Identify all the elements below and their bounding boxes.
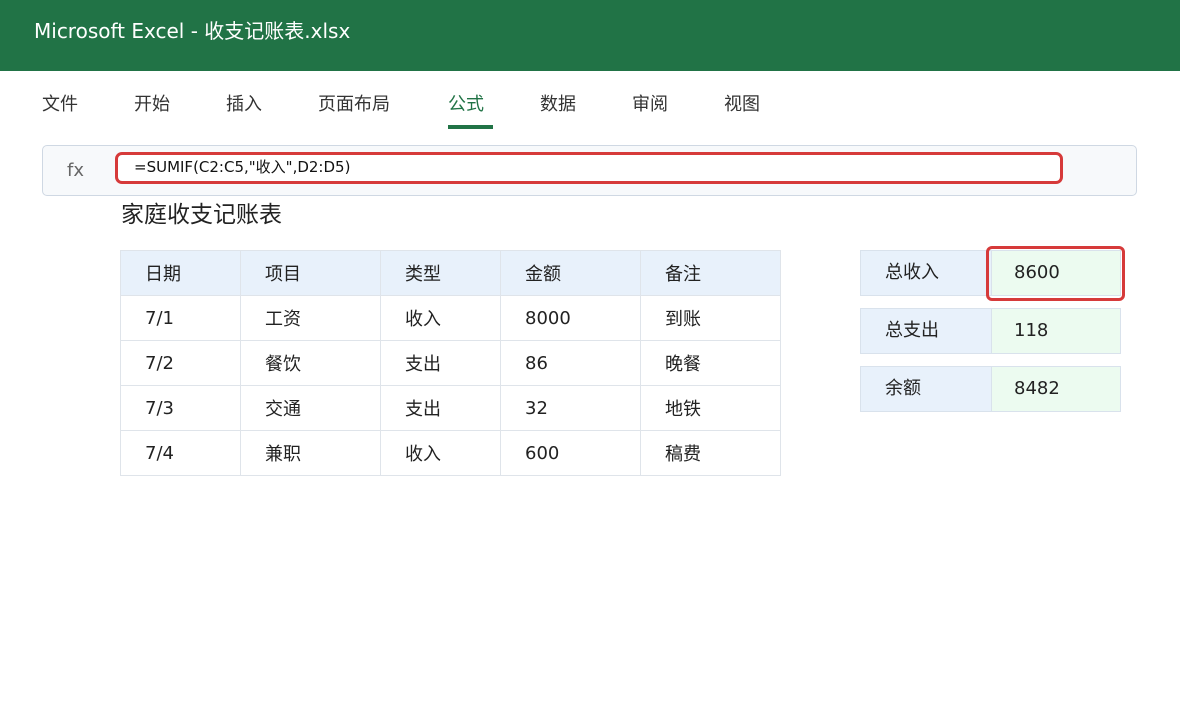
cell-item[interactable]: 工资 [240,295,381,341]
tab-formulas[interactable]: 公式 [448,93,484,117]
fx-icon[interactable]: fx [67,159,84,183]
cell-date[interactable]: 7/4 [120,430,241,476]
tab-view[interactable]: 视图 [724,93,760,117]
cell-note[interactable]: 地铁 [640,385,781,431]
ribbon-tabs: 文件 开始 插入 页面布局 公式 数据 审阅 视图 [0,71,1180,135]
summary-value-balance[interactable]: 8482 [991,367,1120,411]
column-header-item[interactable]: 项目 [240,250,381,296]
summary-total-income: 总收入 8600 [860,250,1121,296]
tab-page-layout[interactable]: 页面布局 [318,93,390,117]
cell-amount[interactable]: 8000 [500,295,641,341]
column-header-date[interactable]: 日期 [120,250,241,296]
cell-item[interactable]: 兼职 [240,430,381,476]
ledger-table: 日期 项目 类型 金额 备注 7/1 工资 收入 8000 到账 7/2 餐饮 … [120,250,781,476]
cell-note[interactable]: 晚餐 [640,340,781,386]
summary-balance: 余额 8482 [860,366,1121,412]
tab-insert[interactable]: 插入 [226,93,262,117]
cell-type[interactable]: 收入 [380,430,501,476]
tab-file[interactable]: 文件 [42,93,78,117]
summary-value-expense[interactable]: 118 [991,309,1120,353]
cell-date[interactable]: 7/3 [120,385,241,431]
summary-label-income[interactable]: 总收入 [861,251,991,295]
column-header-note[interactable]: 备注 [640,250,781,296]
cell-note[interactable]: 稿费 [640,430,781,476]
cell-type[interactable]: 支出 [380,340,501,386]
column-header-amount[interactable]: 金额 [500,250,641,296]
header-row: 日期 项目 类型 金额 备注 [120,250,781,296]
formula-bar: fx =SUMIF(C2:C5,"收入",D2:D5) [42,145,1137,196]
tab-home[interactable]: 开始 [134,93,170,117]
summary-label-balance[interactable]: 余额 [861,367,991,411]
cell-date[interactable]: 7/2 [120,340,241,386]
cell-date[interactable]: 7/1 [120,295,241,341]
cell-amount[interactable]: 600 [500,430,641,476]
cell-type[interactable]: 支出 [380,385,501,431]
active-tab-indicator [448,125,493,129]
column-header-type[interactable]: 类型 [380,250,501,296]
summary-total-expense: 总支出 118 [860,308,1121,354]
window-title: Microsoft Excel - 收支记账表.xlsx [34,19,351,43]
table-row: 7/4 兼职 收入 600 稿费 [120,430,781,476]
tab-review[interactable]: 审阅 [632,93,668,117]
cell-item[interactable]: 交通 [240,385,381,431]
table-row: 7/2 餐饮 支出 86 晚餐 [120,340,781,386]
cell-amount[interactable]: 32 [500,385,641,431]
sheet-title: 家庭收支记账表 [121,202,282,228]
cell-amount[interactable]: 86 [500,340,641,386]
table-row: 7/3 交通 支出 32 地铁 [120,385,781,431]
formula-text: =SUMIF(C2:C5,"收入",D2:D5) [134,158,351,176]
table-row: 7/1 工资 收入 8000 到账 [120,295,781,341]
tab-data[interactable]: 数据 [540,93,576,117]
cell-note[interactable]: 到账 [640,295,781,341]
cell-item[interactable]: 餐饮 [240,340,381,386]
cell-type[interactable]: 收入 [380,295,501,341]
formula-input[interactable]: =SUMIF(C2:C5,"收入",D2:D5) [115,152,1063,184]
summary-label-expense[interactable]: 总支出 [861,309,991,353]
title-bar: Microsoft Excel - 收支记账表.xlsx [0,0,1180,71]
summary-value-income[interactable]: 8600 [991,251,1120,295]
